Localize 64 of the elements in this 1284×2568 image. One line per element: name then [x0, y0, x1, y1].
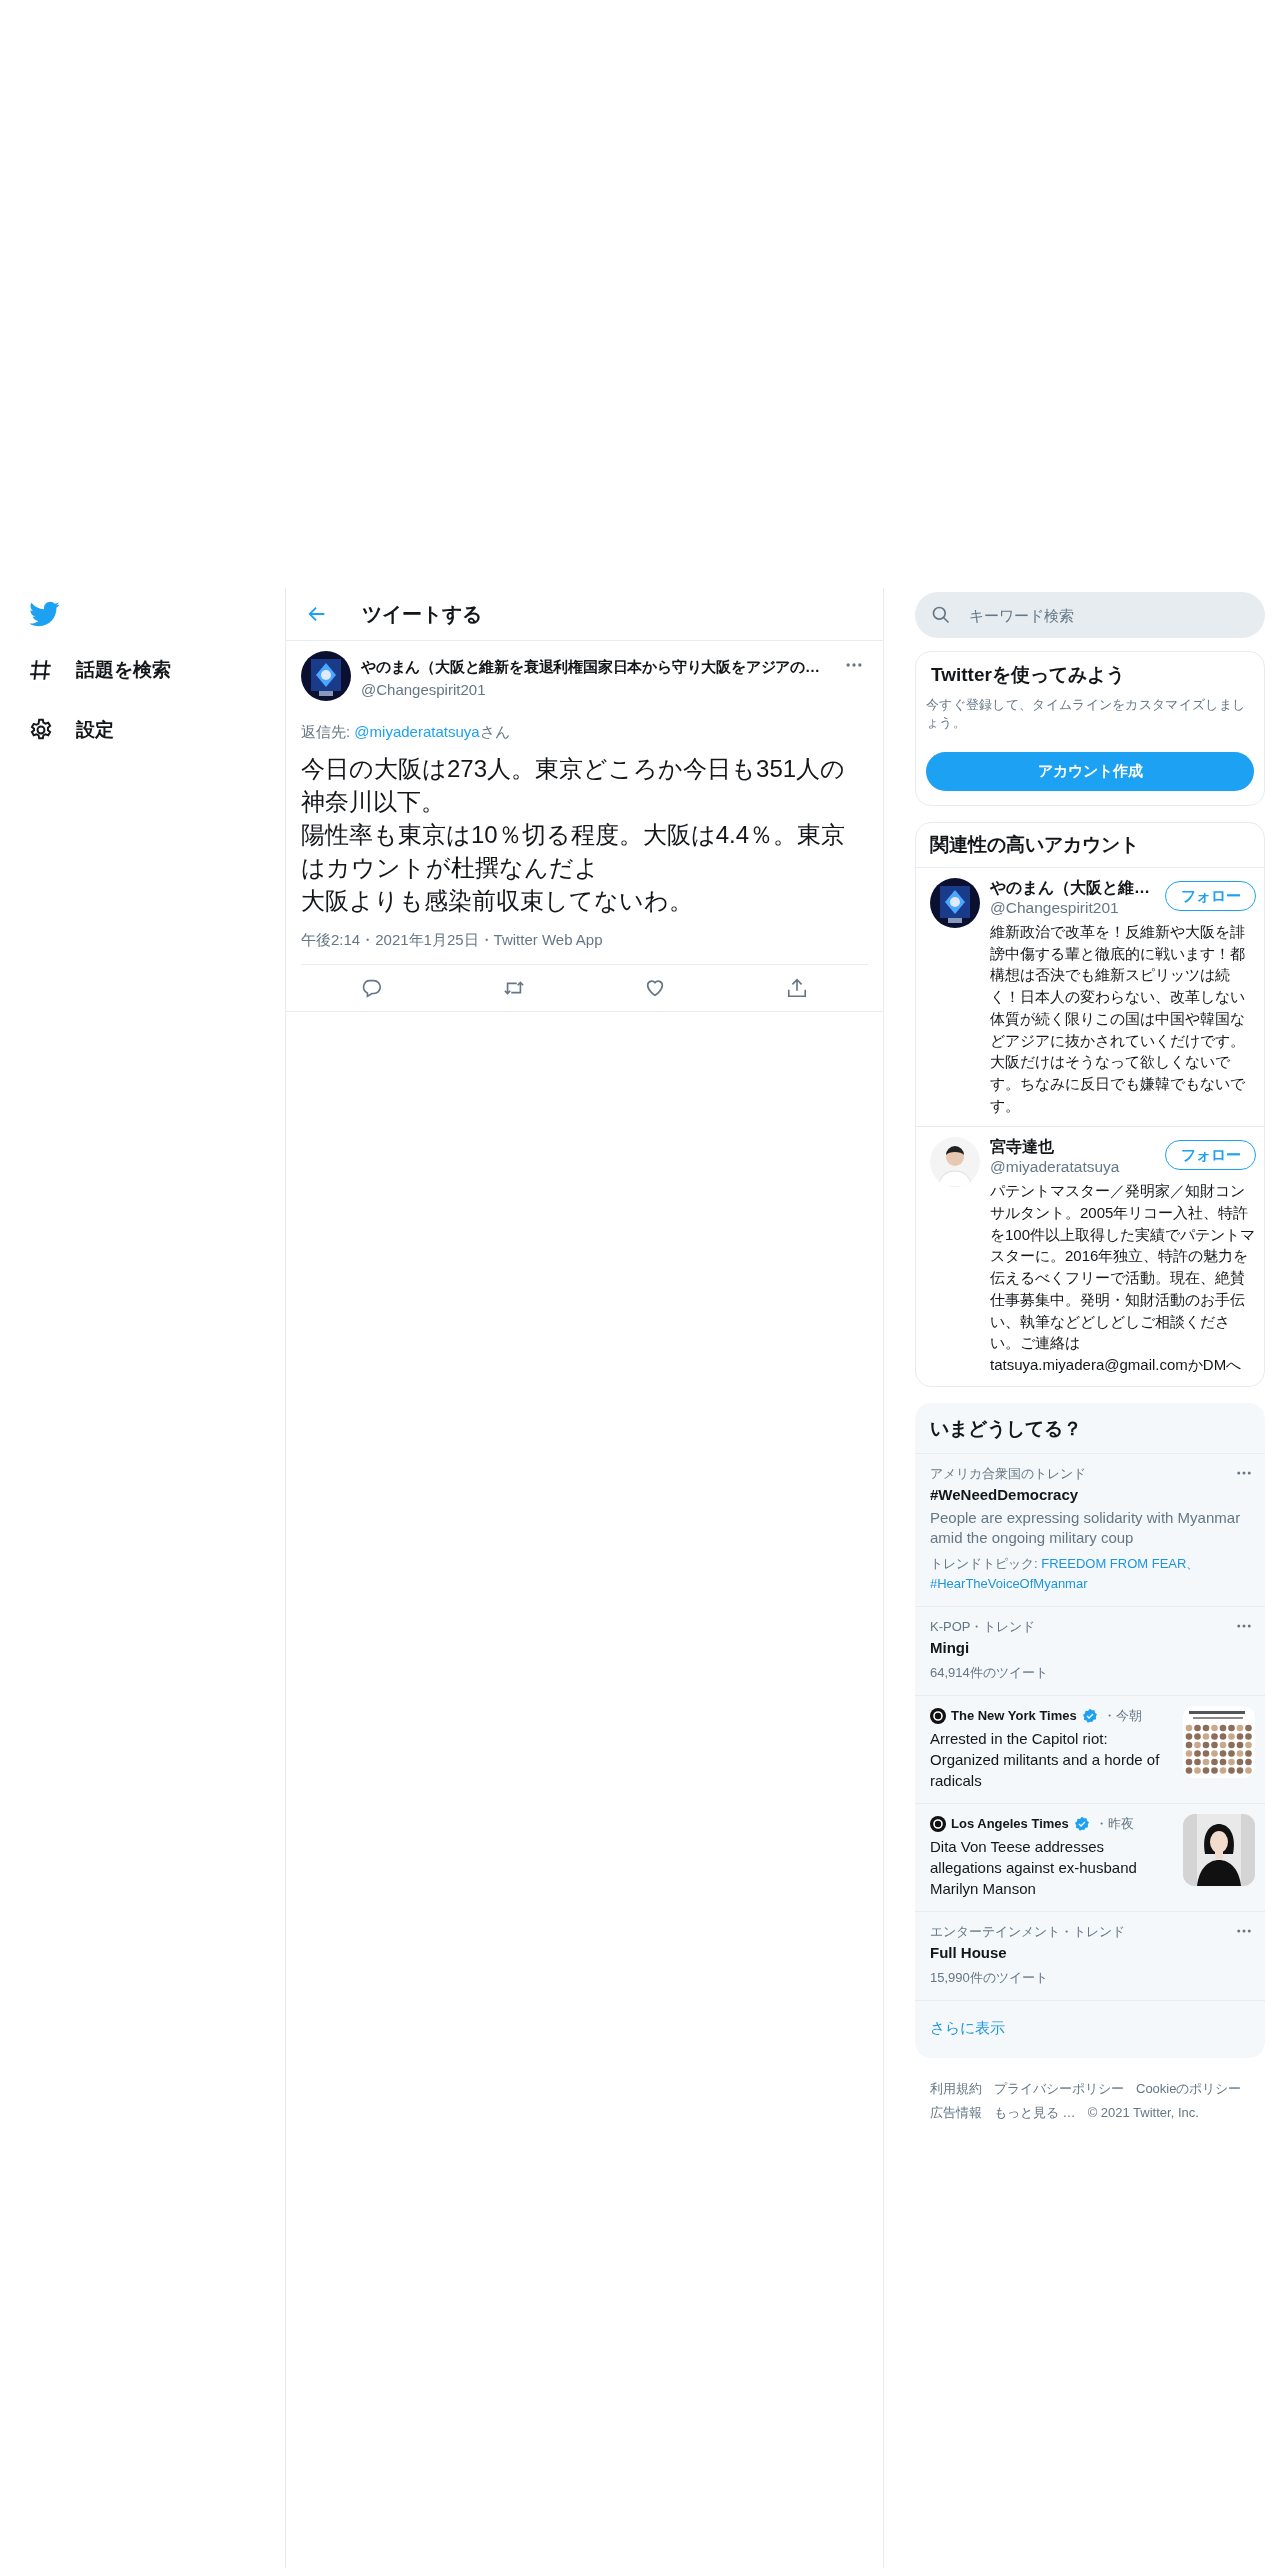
trend-item[interactable]: The New York Times ・今朝 Arrested in the Capitol riot: Organized militants and a horde of radicals: [915, 1695, 1265, 1804]
trend-title: Full House: [930, 1942, 1007, 1963]
follow-button[interactable]: フォロー: [1165, 1140, 1256, 1171]
page-title: ツイートする: [362, 601, 482, 627]
signup-description: 今すぐ登録して、タイムラインをカスタマイズしましょう。: [926, 696, 1247, 732]
trend-item[interactable]: K-POP・トレンド Mingi 64,914件のツイート: [915, 1606, 1265, 1696]
news-time: ・昨夜: [1094, 1814, 1134, 1833]
account-handle[interactable]: @Changespirit201: [990, 898, 1159, 918]
account-name[interactable]: 宮寺達也: [990, 1137, 1159, 1158]
topic-link[interactable]: FREEDOM FROM FEAR、: [1041, 1555, 1200, 1571]
news-source: Los Angeles Times: [951, 1814, 1069, 1833]
news-logo-icon: [930, 1707, 946, 1724]
trend-description: People are expressing solidarity with Myanmar amid the ongoing military coup: [930, 1507, 1242, 1548]
news-headline: Arrested in the Capitol riot: Organized militants and a horde of radicals: [930, 1728, 1161, 1791]
trend-title: Mingi: [930, 1637, 970, 1658]
avatar: [301, 651, 351, 701]
trend-item[interactable]: Los Angeles Times ・昨夜 Dita Von Teese addresses allegations against ex-husband Marilyn Manson: [915, 1803, 1265, 1912]
panel-title: いまどうしてる？: [915, 1402, 1265, 1454]
topics-label: トレンドトピック:: [930, 1555, 1039, 1571]
footer-link[interactable]: もっと見る …: [994, 2103, 1076, 2122]
tweet-text: 大阪よりも感染前収束してないわ。: [301, 886, 694, 916]
share-icon[interactable]: [786, 977, 809, 999]
news-logo-icon: [930, 1815, 946, 1832]
footer-link[interactable]: Cookieのポリシー: [1136, 2079, 1242, 2098]
author-name[interactable]: やのまん（大阪と維新を衰退利権国家日本から守り大阪をアジアの…: [361, 655, 834, 679]
news-source: The New York Times: [951, 1706, 1077, 1725]
reply-to-line: 返信先: @miyaderatatsuyaさん: [301, 723, 511, 742]
tweet-count: 15,990件のツイート: [930, 1968, 1048, 1987]
mention-link[interactable]: @miyaderatatsuya: [354, 723, 480, 740]
search-field[interactable]: キーワード検索: [915, 592, 1265, 638]
trend-context: アメリカ合衆国のトレンド: [930, 1464, 1086, 1483]
footer-link[interactable]: 利用規約: [930, 2079, 982, 2098]
card-title: Twitterを使ってみよう: [931, 663, 1126, 687]
footer-link[interactable]: © 2021 Twitter, Inc.: [1087, 2103, 1199, 2122]
create-account-button[interactable]: アカウント作成: [926, 752, 1254, 791]
search-icon: [931, 605, 951, 625]
footer-link[interactable]: 広告情報: [930, 2103, 982, 2122]
footer-link[interactable]: プライバシーポリシー: [994, 2079, 1124, 2098]
trend-item[interactable]: エンターテインメント・トレンド Full House 15,990件のツイート: [915, 1911, 1265, 2001]
author-handle[interactable]: @Changespirit201: [361, 681, 834, 698]
nav-link[interactable]: 設定: [28, 700, 114, 760]
news-time: ・今朝: [1102, 1706, 1142, 1725]
reply-icon[interactable]: [360, 977, 383, 999]
topic-link[interactable]: #HearTheVoiceOfMyanmar: [930, 1575, 1088, 1591]
hash-icon: [28, 657, 54, 683]
trend-title: #WeNeedDemocracy: [930, 1484, 1079, 1505]
tweet-count: 64,914件のツイート: [930, 1663, 1048, 1682]
tweet-text: 今日の大阪は273人。東京どころか今日も351人の神奈川以下。: [301, 754, 847, 817]
card-title: 関連性の高いアカウント: [916, 823, 1264, 868]
trend-item[interactable]: アメリカ合衆国のトレンド #WeNeedDemocracy People are expressing solidarity with Myanmar amid the ongoing military coup トレンドトピック: FREEDOM FROM FEAR、 #HearTheVoiceOfMyanmar: [915, 1453, 1265, 1607]
avatar: [930, 878, 980, 928]
news-headline: Dita Von Teese addresses allegations against ex-husband Marilyn Manson: [930, 1836, 1138, 1899]
tweet-timestamp: 午後2:14・2021年1月25日・Twitter Web App: [301, 931, 868, 965]
nav-link[interactable]: 話題を検索: [28, 640, 171, 700]
trend-context: K-POP・トレンド: [930, 1617, 1036, 1636]
account-bio: パテントマスター／発明家／知財コンサルタント。2005年リコー入社、特許を100件以上取得した実績でパテントマスターに。2016年独立、特許の魅力を伝えるべくフリーで活動。現在、絶賛仕事募集中。発明・知財活動のお手伝い、執筆などどしどしご相談ください。ご連絡はtatsuya.miyadera@gmail.comかDMへ: [990, 1181, 1256, 1375]
tweet-text: 陽性率も東京は10％切る程度。大阪は4.4％。東京はカウントが杜撰なんだよ: [301, 820, 847, 883]
account-name[interactable]: やのまん（大阪と維…: [990, 878, 1159, 898]
account-handle[interactable]: @miyaderatatsuya: [990, 1157, 1159, 1178]
show-more-link[interactable]: さらに表示: [915, 2000, 1020, 2058]
avatar: [930, 1137, 980, 1188]
account-bio: 維新政治で改革を！反維新や大阪を誹謗中傷する輩と徹底的に戦います！都構想は否決でも維新スピリッツは続く！日本人の変わらない、改革しない体質が続く限りこの国は中国や韓国などアジアに抜かされていくだけです。大阪だけはそうなって欲しくないです。ちなみに反日でも嫌韓でもないです。: [990, 922, 1246, 1116]
follow-button[interactable]: フォロー: [1165, 881, 1256, 911]
trend-context: エンターテインメント・トレンド: [930, 1922, 1125, 1941]
